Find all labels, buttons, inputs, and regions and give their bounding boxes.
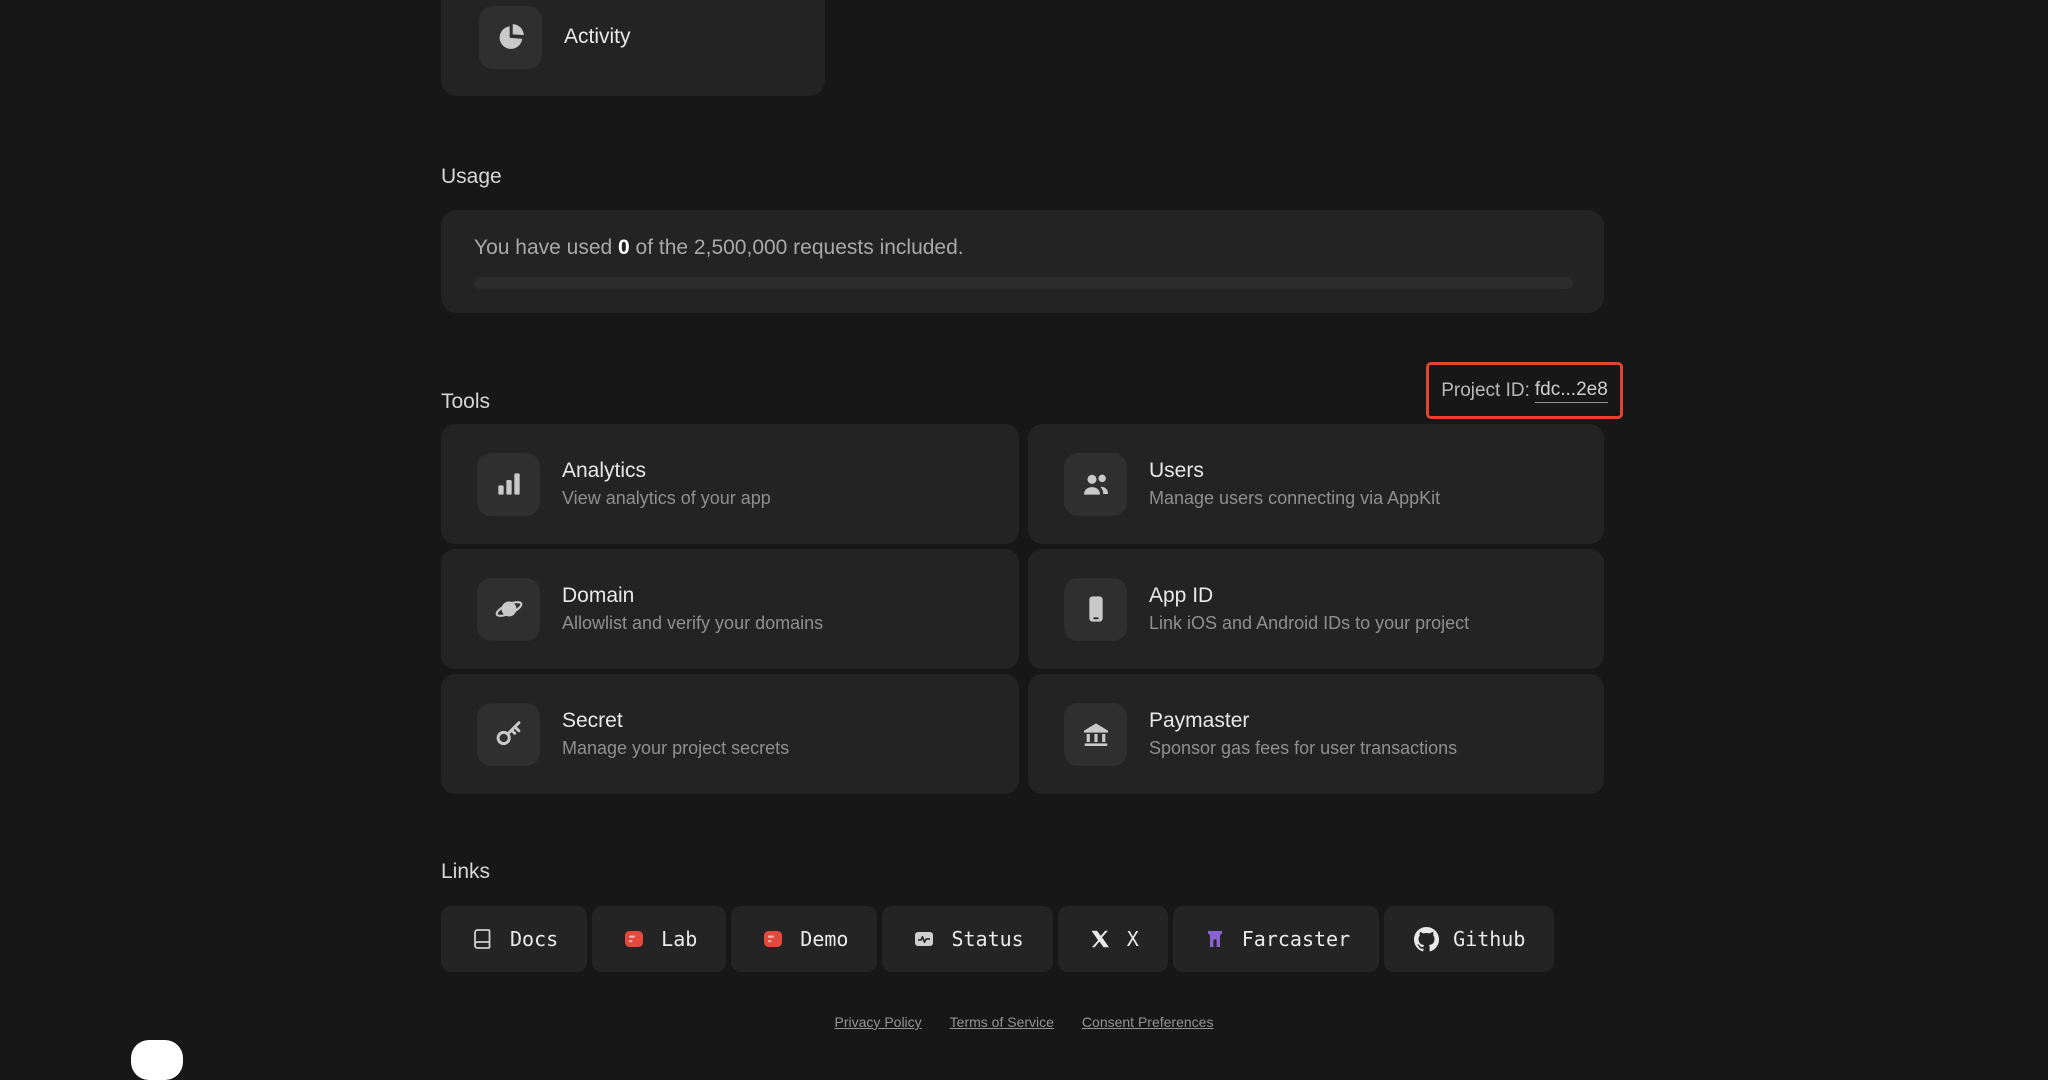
smartphone-icon [1064,577,1127,641]
tool-card-domain[interactable]: Domain Allowlist and verify your domains [441,549,1019,669]
usage-used-count: 0 [618,236,630,259]
tool-subtitle: Manage your project secrets [562,738,790,758]
link-label: Github [1453,927,1526,951]
tool-subtitle: Allowlist and verify your domains [562,613,824,633]
link-label: Docs [510,927,559,951]
link-label: Status [951,927,1024,951]
docs-link-button[interactable]: Docs [441,906,588,972]
links-row: Docs Lab Demo Status X Farcaster Github [441,906,1555,972]
project-id-label: Project ID: [1441,379,1530,401]
consent-preferences-link[interactable]: Consent Preferences [1082,1014,1214,1030]
book-icon [470,926,496,952]
link-label: Demo [800,927,849,951]
activity-card-label: Activity [564,25,631,48]
demo-link-button[interactable]: Demo [731,906,878,972]
lab-link-button[interactable]: Lab [592,906,727,972]
tool-title: App ID [1149,584,1214,607]
tool-card-paymaster[interactable]: Paymaster Sponsor gas fees for user tran… [1028,674,1604,794]
footer-links: Privacy Policy Terms of Service Consent … [0,1014,2048,1030]
pie-chart-icon [479,5,542,69]
x-link-button[interactable]: X [1057,906,1168,972]
github-link-button[interactable]: Github [1384,906,1555,972]
link-label: X [1126,927,1139,951]
usage-card: You have used 0 of the 2,500,000 request… [441,210,1604,313]
link-label: Lab [661,927,698,951]
usage-text-suffix: of the 2,500,000 requests included. [629,236,964,259]
tool-subtitle: Link iOS and Android IDs to your project [1149,613,1470,633]
lab-icon [621,926,647,952]
link-label: Farcaster [1241,927,1351,951]
privacy-policy-link[interactable]: Privacy Policy [835,1014,922,1030]
usage-section-heading: Usage [441,165,502,188]
tool-card-secret[interactable]: Secret Manage your project secrets [441,674,1019,794]
tool-title: Secret [562,709,623,732]
tool-title: Paymaster [1149,709,1250,732]
bar-chart-icon [477,452,540,516]
status-link-button[interactable]: Status [882,906,1053,972]
usage-summary-text: You have used 0 of the 2,500,000 request… [474,236,964,260]
planet-icon [477,577,540,641]
chat-widget[interactable] [131,1040,183,1080]
key-icon [477,702,540,766]
usage-progress-bar [474,277,1573,289]
tool-card-analytics[interactable]: Analytics View analytics of your app [441,424,1019,544]
terms-of-service-link[interactable]: Terms of Service [950,1014,1054,1030]
activity-card[interactable]: Activity [441,0,825,96]
tool-card-users[interactable]: Users Manage users connecting via AppKit [1028,424,1604,544]
tool-title: Users [1149,459,1204,482]
tool-title: Analytics [562,459,647,482]
tool-subtitle: Sponsor gas fees for user transactions [1149,738,1458,758]
tools-section-heading: Tools [441,390,491,413]
bank-icon [1064,702,1127,766]
github-icon [1413,926,1439,952]
tool-subtitle: View analytics of your app [562,488,771,508]
farcaster-icon [1202,926,1228,952]
project-id-highlight[interactable]: Project ID: fdc...2e8 [1426,362,1623,419]
links-section-heading: Links [441,860,491,883]
users-icon [1064,452,1127,516]
usage-text-prefix: You have used [474,236,619,259]
farcaster-link-button[interactable]: Farcaster [1172,906,1380,972]
tool-title: Domain [562,584,635,607]
project-id-value[interactable]: fdc...2e8 [1534,379,1608,403]
tool-subtitle: Manage users connecting via AppKit [1149,488,1441,508]
tool-card-app-id[interactable]: App ID Link iOS and Android IDs to your … [1028,549,1604,669]
tools-grid: Analytics View analytics of your app Use… [441,424,1604,794]
x-logo-icon [1087,926,1113,952]
demo-icon [760,926,786,952]
status-icon [911,926,937,952]
